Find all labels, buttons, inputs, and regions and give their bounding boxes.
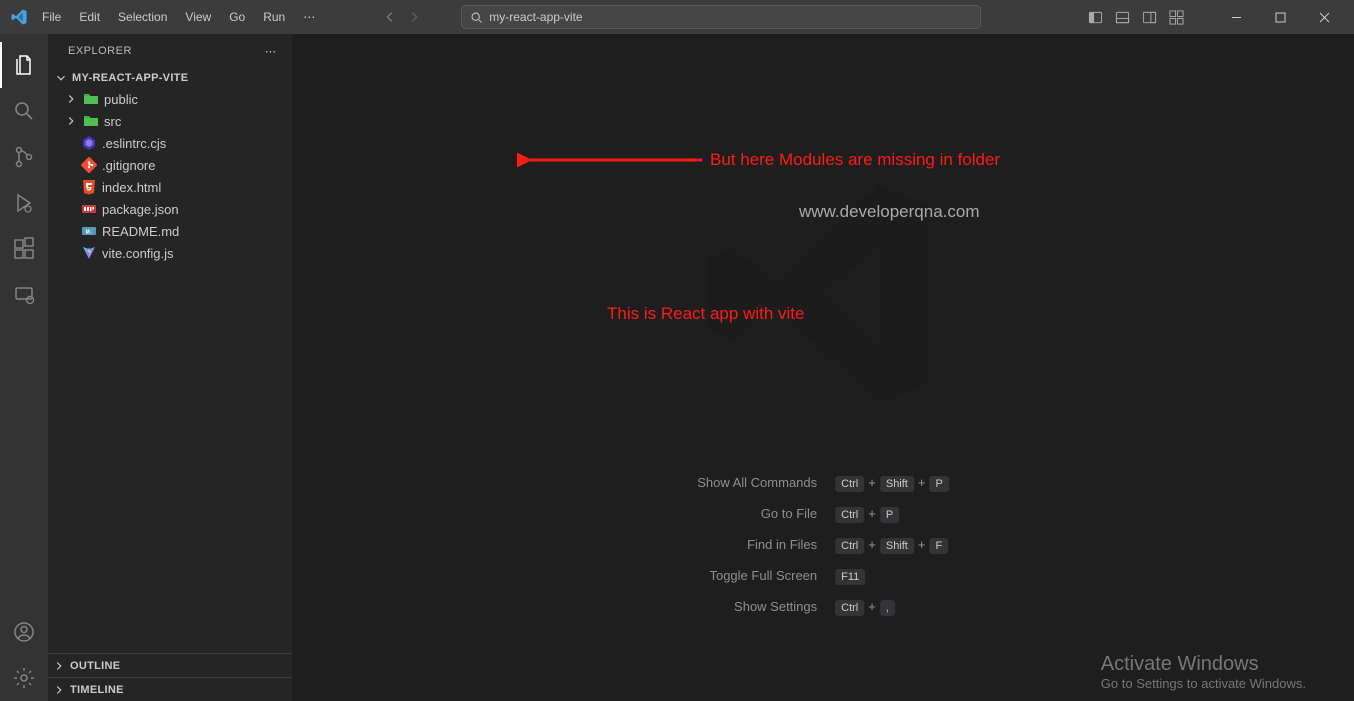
file-readme[interactable]: M↓ README.md: [48, 220, 292, 242]
tree-label: .eslintrc.cjs: [102, 136, 166, 151]
menu-overflow[interactable]: ⋯: [295, 6, 323, 28]
shortcut-label: Show All Commands: [688, 467, 826, 498]
activity-explorer[interactable]: [0, 42, 48, 88]
section-timeline[interactable]: TIMELINE: [48, 677, 292, 701]
search-icon: [470, 11, 483, 24]
section-outline[interactable]: OUTLINE: [48, 653, 292, 677]
chevron-right-icon: [52, 683, 66, 697]
activity-accounts[interactable]: [0, 609, 48, 655]
eslint-icon: [81, 135, 97, 151]
tree-label: README.md: [102, 224, 179, 239]
git-icon: [81, 157, 97, 173]
welcome-shortcuts: Show All CommandsCtrl+Shift+P Go to File…: [688, 467, 958, 622]
layout-left-icon[interactable]: [1088, 10, 1103, 25]
layout-right-icon[interactable]: [1142, 10, 1157, 25]
project-root[interactable]: MY-REACT-APP-VITE: [48, 68, 292, 88]
menu-edit[interactable]: Edit: [71, 6, 108, 28]
nav-arrows: [383, 10, 421, 24]
activity-extensions[interactable]: [0, 226, 48, 272]
activity-run-debug[interactable]: [0, 180, 48, 226]
project-name: MY-REACT-APP-VITE: [72, 72, 188, 84]
annotation-react-vite: This is React app with vite: [607, 304, 804, 324]
nav-forward-icon[interactable]: [407, 10, 421, 24]
tree-label: vite.config.js: [102, 246, 174, 261]
title-bar: File Edit Selection View Go Run ⋯ my-rea…: [0, 0, 1354, 34]
markdown-icon: M↓: [81, 223, 97, 239]
nav-back-icon[interactable]: [383, 10, 397, 24]
annotation-missing-modules: But here Modules are missing in folder: [710, 150, 1000, 170]
shortcut-label: Toggle Full Screen: [688, 560, 826, 591]
search-text: my-react-app-vite: [489, 10, 582, 24]
menu-bar: File Edit Selection View Go Run ⋯: [34, 6, 323, 28]
vite-icon: [81, 245, 97, 261]
annotation-arrow-icon: [517, 146, 707, 176]
shortcut-keys: Ctrl+P: [826, 498, 958, 529]
folder-public[interactable]: public: [48, 88, 292, 110]
chevron-right-icon: [64, 114, 78, 128]
activity-source-control[interactable]: [0, 134, 48, 180]
vscode-logo-icon: [10, 8, 28, 26]
tree-label: .gitignore: [102, 158, 155, 173]
chevron-down-icon: [54, 71, 68, 85]
folder-icon: [83, 91, 99, 107]
menu-run[interactable]: Run: [255, 6, 293, 28]
activity-search[interactable]: [0, 88, 48, 134]
shortcut-label: Go to File: [688, 498, 826, 529]
shortcut-keys: Ctrl+Shift+F: [826, 529, 958, 560]
chevron-right-icon: [64, 92, 78, 106]
file-index-html[interactable]: index.html: [48, 176, 292, 198]
menu-file[interactable]: File: [34, 6, 69, 28]
layout-customize-icon[interactable]: [1169, 10, 1184, 25]
explorer-sidebar: EXPLORER ⋯ MY-REACT-APP-VITE public src …: [48, 34, 292, 701]
activity-settings[interactable]: [0, 655, 48, 701]
layout-controls: [1088, 0, 1346, 34]
folder-icon: [83, 113, 99, 129]
tree-label: index.html: [102, 180, 161, 195]
tree-label: public: [104, 92, 138, 107]
npm-icon: [81, 201, 97, 217]
shortcut-keys: F11: [826, 560, 958, 591]
file-tree: public src .eslintrc.cjs .gitignore inde: [48, 88, 292, 264]
shortcut-label: Show Settings: [688, 591, 826, 622]
explorer-more-icon[interactable]: ⋯: [265, 45, 278, 58]
menu-selection[interactable]: Selection: [110, 6, 175, 28]
annotation-watermark: www.developerqna.com: [799, 202, 979, 222]
explorer-title: EXPLORER: [68, 45, 132, 57]
window-minimize[interactable]: [1214, 0, 1258, 34]
activity-remote[interactable]: [0, 272, 48, 318]
chevron-right-icon: [52, 659, 66, 673]
tree-label: package.json: [102, 202, 179, 217]
tree-label: src: [104, 114, 121, 129]
window-maximize[interactable]: [1258, 0, 1302, 34]
activity-bar: [0, 34, 48, 701]
shortcut-label: Find in Files: [688, 529, 826, 560]
editor-area: Show All CommandsCtrl+Shift+P Go to File…: [292, 34, 1354, 701]
command-center-search[interactable]: my-react-app-vite: [461, 5, 981, 29]
layout-bottom-icon[interactable]: [1115, 10, 1130, 25]
svg-text:M↓: M↓: [86, 230, 93, 236]
activate-windows-watermark: Activate Windows Go to Settings to activ…: [1101, 653, 1306, 691]
shortcut-keys: Ctrl+,: [826, 591, 958, 622]
html-icon: [81, 179, 97, 195]
file-eslintrc[interactable]: .eslintrc.cjs: [48, 132, 292, 154]
window-close[interactable]: [1302, 0, 1346, 34]
menu-go[interactable]: Go: [221, 6, 253, 28]
shortcut-keys: Ctrl+Shift+P: [826, 467, 958, 498]
file-package-json[interactable]: package.json: [48, 198, 292, 220]
file-gitignore[interactable]: .gitignore: [48, 154, 292, 176]
file-vite-config[interactable]: vite.config.js: [48, 242, 292, 264]
menu-view[interactable]: View: [177, 6, 219, 28]
folder-src[interactable]: src: [48, 110, 292, 132]
